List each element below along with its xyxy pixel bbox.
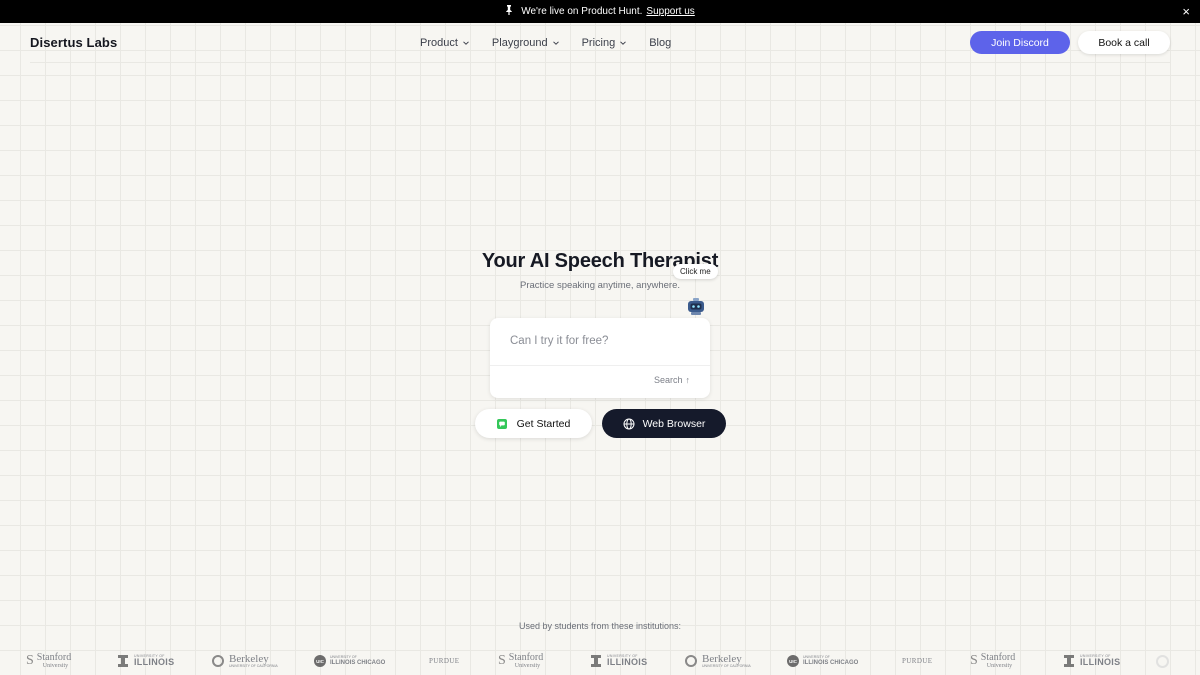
web-browser-button[interactable]: Web Browser	[602, 409, 726, 438]
chevron-down-icon	[620, 41, 627, 45]
chevron-down-icon	[552, 41, 559, 45]
arrow-up-icon: ↑	[685, 375, 691, 385]
hero-subtitle: Practice speaking anytime, anywhere.	[520, 280, 680, 291]
get-started-button[interactable]: Get Started	[475, 409, 592, 438]
stanford-logo: S Stanford University	[498, 650, 543, 672]
menu-item-label: Playground	[491, 37, 548, 49]
uic-name: ILLINOIS CHICAGO	[330, 659, 386, 666]
stanford-name: Stanford	[36, 652, 72, 663]
stanford-sub: University	[986, 663, 1013, 669]
illinois-logo: UNIVERSITY OF ILLINOIS	[1064, 650, 1120, 672]
illinois-i-icon	[1064, 655, 1074, 667]
web-browser-label: Web Browser	[642, 417, 706, 430]
join-discord-button[interactable]: Join Discord	[970, 31, 1070, 54]
hero-title: Your AI Speech Therapist	[481, 250, 719, 272]
brand-logo[interactable]: Disertus Labs	[30, 35, 117, 50]
illinois-i-icon	[591, 655, 601, 667]
faded-seal-logo	[1156, 650, 1169, 672]
search-input[interactable]	[510, 332, 690, 350]
close-icon[interactable]: ×	[1182, 4, 1190, 19]
stanford-s-icon: S	[26, 653, 34, 668]
illinois-logo: UNIVERSITY OF ILLINOIS	[118, 650, 174, 672]
illinois-logo: UNIVERSITY OF ILLINOIS	[591, 650, 647, 672]
announcement-text: We're live on Product Hunt.	[521, 6, 643, 17]
menu-item-blog[interactable]: Blog	[649, 37, 671, 49]
purdue-name: PURDUE	[429, 657, 460, 665]
top-nav: Disertus Labs Product Playground Pricing…	[30, 23, 1170, 63]
seal-icon	[1156, 654, 1169, 668]
chevron-down-icon	[463, 41, 469, 45]
uic-name: ILLINOIS CHICAGO	[803, 659, 859, 666]
menu-item-product[interactable]: Product	[420, 37, 470, 49]
stanford-s-icon: S	[970, 653, 978, 668]
berkeley-sub: UNIVERSITY OF CALIFORNIA	[702, 663, 751, 668]
illinois-i-icon	[118, 655, 128, 667]
uic-logo: UIC UNIVERSITY OF ILLINOIS CHICAGO	[787, 650, 858, 672]
click-me-tooltip[interactable]: Click me	[673, 264, 718, 279]
search-button[interactable]: Search ↑	[654, 375, 690, 385]
pin-icon	[505, 5, 513, 18]
institution-logo-strip: S Stanford University UNIVERSITY OF ILLINO…	[0, 650, 1200, 675]
announcement-bar: We're live on Product Hunt. Support us ×	[0, 0, 1200, 23]
berkeley-logo: Berkeley UNIVERSITY OF CALIFORNIA	[685, 650, 751, 672]
purdue-logo: PURDUE	[429, 650, 459, 672]
message-icon	[496, 418, 507, 429]
stanford-name: Stanford	[508, 652, 544, 663]
berkeley-logo: Berkeley UNIVERSITY OF CALIFORNIA	[212, 650, 278, 672]
stanford-name: Stanford	[980, 652, 1016, 663]
menu-item-playground[interactable]: Playground	[492, 37, 560, 49]
stanford-sub: University	[514, 663, 541, 669]
support-us-link[interactable]: Support us	[646, 6, 694, 17]
main-menu: Product Playground Pricing Blog	[420, 23, 693, 63]
menu-item-label: Pricing	[581, 37, 616, 49]
illinois-name: ILLINOIS	[607, 657, 648, 668]
stanford-logo: S Stanford University	[26, 650, 71, 672]
nav-actions: Join Discord Book a call	[970, 31, 1170, 54]
get-started-label: Get Started	[516, 417, 571, 430]
purdue-name: PURDUE	[902, 657, 933, 665]
uic-seal-icon: UIC	[787, 655, 799, 667]
globe-icon	[623, 418, 635, 429]
robot-icon[interactable]	[686, 298, 706, 316]
berkeley-seal-icon	[212, 655, 224, 667]
illinois-name: ILLINOIS	[1080, 657, 1121, 668]
illinois-name: ILLINOIS	[134, 657, 175, 668]
purdue-logo: PURDUE	[902, 650, 932, 672]
uic-logo: UIC UNIVERSITY OF ILLINOIS CHICAGO	[314, 650, 385, 672]
uic-seal-icon: UIC	[314, 655, 326, 667]
menu-item-label: Product	[420, 37, 458, 49]
stanford-s-icon: S	[498, 653, 506, 668]
search-divider	[490, 365, 710, 366]
menu-item-pricing[interactable]: Pricing	[582, 37, 628, 49]
stanford-sub: University	[42, 663, 69, 669]
search-label: Search	[653, 375, 683, 385]
menu-item-label: Blog	[649, 37, 672, 49]
stanford-logo: S Stanford University	[970, 650, 1015, 672]
berkeley-sub: UNIVERSITY OF CALIFORNIA	[229, 663, 278, 668]
berkeley-seal-icon	[685, 655, 697, 667]
book-call-button[interactable]: Book a call	[1078, 31, 1170, 54]
institutions-heading: Used by students from these institutions…	[518, 621, 682, 631]
search-card: Search ↑	[490, 318, 710, 398]
